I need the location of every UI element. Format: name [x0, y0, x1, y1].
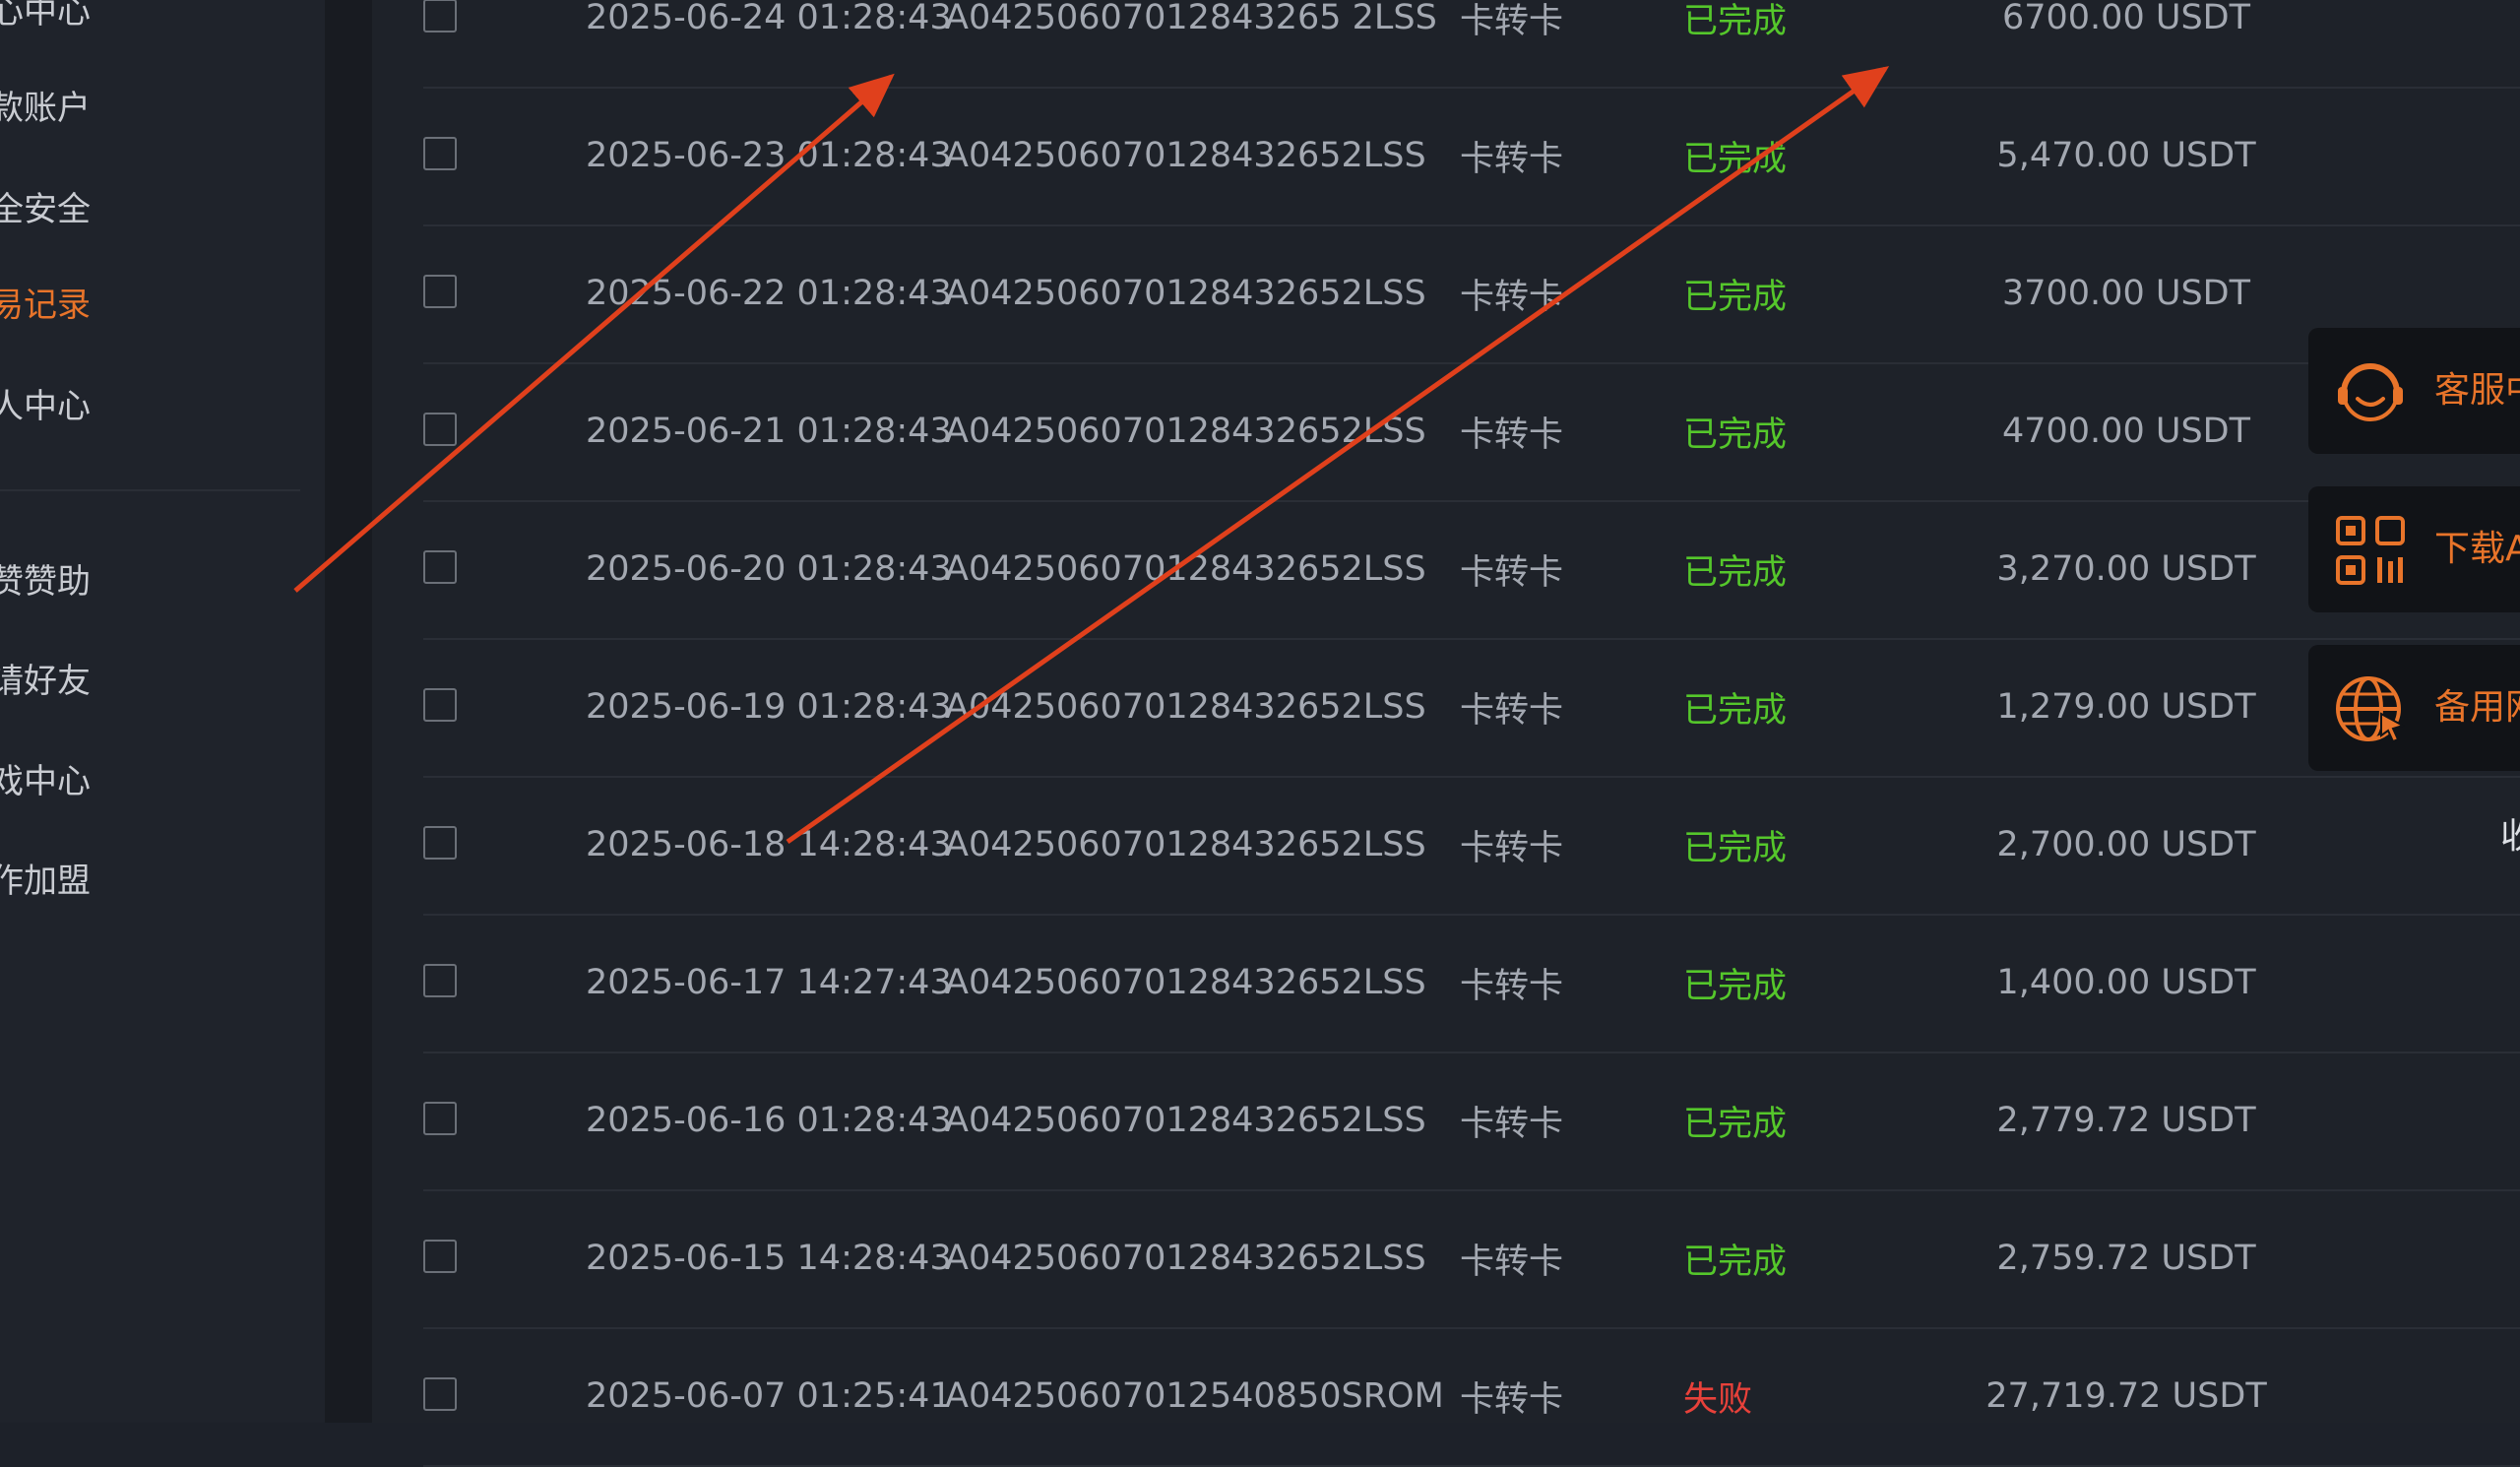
- row-time: 2025-06-15 14:28:43: [586, 1239, 952, 1278]
- row-type: 卡转卡: [1460, 552, 1564, 593]
- row-checkbox[interactable]: [423, 550, 457, 584]
- row-type: 卡转卡: [1460, 690, 1564, 731]
- row-status: 失败: [1683, 1379, 1753, 1420]
- row-amount: 1,400.00 USDT: [1996, 963, 2256, 1002]
- row-amount: 1,279.00 USDT: [1996, 687, 2256, 727]
- sidebar-item-account[interactable]: 款账户: [0, 79, 91, 138]
- row-checkbox[interactable]: [423, 964, 457, 997]
- customer-service-label: 客服中: [2434, 370, 2520, 411]
- row-time: 2025-06-17 14:27:43: [586, 963, 952, 1002]
- row-amount: 27,719.72 USDT: [1985, 1376, 2267, 1416]
- row-status: 已完成: [1683, 552, 1788, 593]
- sidebar-item-personal-center[interactable]: 人中心: [0, 377, 91, 436]
- qr-code-icon: [2336, 516, 2405, 585]
- row-type: 卡转卡: [1460, 415, 1564, 455]
- row-order-id: A042506070128432652LSS: [945, 1239, 1426, 1278]
- row-order-id: A042506070128432652LSS: [945, 1101, 1426, 1140]
- row-checkbox[interactable]: [423, 688, 457, 722]
- row-status: 已完成: [1683, 139, 1788, 179]
- row-time: 2025-06-22 01:28:43: [586, 274, 952, 313]
- table-row: 2025-06-07 01:25:41 A04250607012540850SRO…: [423, 1327, 2520, 1467]
- table-row: 2025-06-19 01:28:43 A042506070128432652LS…: [423, 638, 2520, 778]
- row-time: 2025-06-23 01:28:43: [586, 136, 952, 175]
- row-order-id: A042506070128432652LSS: [945, 963, 1426, 1002]
- row-order-id: A042506070128432652LSS: [945, 274, 1426, 313]
- sidebar-item-partnership[interactable]: 作加盟: [0, 852, 91, 911]
- row-amount: 4700.00 USDT: [2001, 412, 2251, 451]
- sidebar-item-sponsorship[interactable]: 赞赞助: [0, 552, 91, 611]
- backup-site-panel[interactable]: 备用网: [2308, 645, 2520, 771]
- row-type: 卡转卡: [1460, 277, 1564, 317]
- download-app-label: 下载A: [2434, 529, 2520, 569]
- table-row: 2025-06-21 01:28:43 A042506070128432652LS…: [423, 362, 2520, 502]
- sidebar-item-invite-friends[interactable]: 请好友: [0, 652, 91, 711]
- row-amount: 2,759.72 USDT: [1996, 1239, 2256, 1278]
- table-row: 2025-06-24 01:28:43 A04250607012843265 2L…: [423, 0, 2520, 89]
- table-row: 2025-06-18 14:28:43 A042506070128432652LS…: [423, 776, 2520, 916]
- row-amount: 3700.00 USDT: [2001, 274, 2251, 313]
- row-checkbox[interactable]: [423, 1377, 457, 1411]
- row-amount: 2,779.72 USDT: [1996, 1101, 2256, 1140]
- row-time: 2025-06-24 01:28:43: [586, 0, 952, 37]
- sidebar-item-transaction-records[interactable]: 易记录: [0, 276, 91, 335]
- row-amount: 2,700.00 USDT: [1996, 825, 2256, 864]
- row-time: 2025-06-19 01:28:43: [586, 687, 952, 727]
- row-status: 已完成: [1683, 690, 1788, 731]
- row-type: 卡转卡: [1460, 966, 1564, 1006]
- row-checkbox[interactable]: [423, 1102, 457, 1135]
- row-status: 已完成: [1683, 415, 1788, 455]
- row-order-id: A042506070128432652LSS: [945, 687, 1426, 727]
- row-time: 2025-06-18 14:28:43: [586, 825, 952, 864]
- collapse-label-fragment[interactable]: 收: [2500, 807, 2520, 859]
- row-order-id: A04250607012843265 2LSS: [945, 0, 1437, 37]
- backup-site-label: 备用网: [2434, 687, 2520, 728]
- row-time: 2025-06-21 01:28:43: [586, 412, 952, 451]
- row-status: 已完成: [1683, 966, 1788, 1006]
- row-checkbox[interactable]: [423, 137, 457, 170]
- sidebar-gutter: [325, 0, 372, 1423]
- row-amount: 5,470.00 USDT: [1996, 136, 2256, 175]
- sidebar-item-game-center[interactable]: 戏中心: [0, 752, 91, 811]
- row-status: 已完成: [1683, 828, 1788, 868]
- row-checkbox[interactable]: [423, 413, 457, 446]
- table-row: 2025-06-16 01:28:43 A042506070128432652LS…: [423, 1052, 2520, 1191]
- row-amount: 6700.00 USDT: [2001, 0, 2251, 37]
- download-app-panel[interactable]: 下载A: [2308, 486, 2520, 612]
- row-type: 卡转卡: [1460, 1104, 1564, 1144]
- row-status: 已完成: [1683, 1242, 1788, 1282]
- row-checkbox[interactable]: [423, 826, 457, 860]
- row-order-id: A04250607012540850SROM: [945, 1376, 1444, 1416]
- row-type: 卡转卡: [1460, 828, 1564, 868]
- row-time: 2025-06-07 01:25:41: [586, 1376, 952, 1416]
- row-status: 已完成: [1683, 277, 1788, 317]
- row-amount: 3,270.00 USDT: [1996, 549, 2256, 589]
- row-checkbox[interactable]: [423, 0, 457, 32]
- row-status: 已完成: [1683, 1104, 1788, 1144]
- row-type: 卡转卡: [1460, 1242, 1564, 1282]
- table-row: 2025-06-15 14:28:43 A042506070128432652LS…: [423, 1189, 2520, 1329]
- row-checkbox[interactable]: [423, 275, 457, 308]
- sidebar: 心中心 款账户 全安全 易记录 人中心 赞赞助 请好友 戏中心 作加盟: [0, 0, 372, 1423]
- row-type: 卡转卡: [1460, 139, 1564, 179]
- row-order-id: A042506070128432652LSS: [945, 549, 1426, 589]
- row-order-id: A042506070128432652LSS: [945, 825, 1426, 864]
- row-time: 2025-06-20 01:28:43: [586, 549, 952, 589]
- customer-service-panel[interactable]: 客服中: [2308, 328, 2520, 454]
- table-row: 2025-06-17 14:27:43 A042506070128432652LS…: [423, 914, 2520, 1053]
- row-order-id: A042506070128432652LSS: [945, 136, 1426, 175]
- sidebar-divider: [0, 489, 300, 491]
- row-type: 卡转卡: [1460, 1379, 1564, 1420]
- row-status: 已完成: [1683, 1, 1788, 41]
- sidebar-item-security[interactable]: 全安全: [0, 180, 91, 239]
- headset-icon: [2338, 363, 2403, 421]
- row-checkbox[interactable]: [423, 1240, 457, 1273]
- globe-icon: [2336, 676, 2406, 743]
- row-order-id: A042506070128432652LSS: [945, 412, 1426, 451]
- table-row: 2025-06-23 01:28:43 A042506070128432652LS…: [423, 87, 2520, 226]
- sidebar-item-help-center[interactable]: 心中心: [0, 0, 91, 41]
- table-row: 2025-06-20 01:28:43 A042506070128432652LS…: [423, 500, 2520, 640]
- table-row: 2025-06-22 01:28:43 A042506070128432652LS…: [423, 224, 2520, 364]
- row-time: 2025-06-16 01:28:43: [586, 1101, 952, 1140]
- row-type: 卡转卡: [1460, 1, 1564, 41]
